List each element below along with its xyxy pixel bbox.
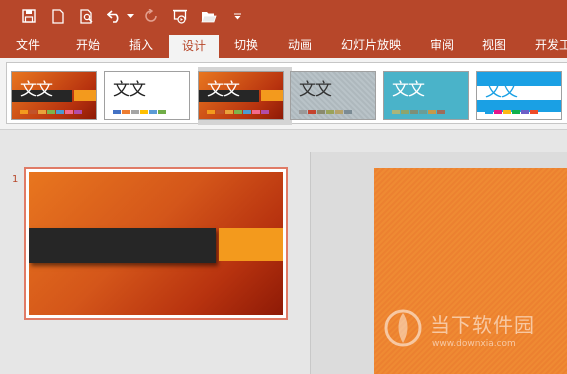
watermark: 当下软件园 www.downxia.com	[380, 305, 567, 374]
tab-review[interactable]: 审阅	[422, 32, 462, 58]
slide-thumbnail[interactable]	[24, 167, 288, 320]
tab-file[interactable]: 文件	[8, 32, 48, 58]
tab-animations[interactable]: 动画	[280, 32, 320, 58]
title-bar-shape	[29, 228, 216, 263]
slide-thumbnail-preview	[29, 172, 283, 315]
open-folder-icon[interactable]	[199, 0, 219, 32]
tab-design[interactable]: 设计	[169, 35, 219, 58]
tab-transitions[interactable]: 切换	[226, 32, 266, 58]
tab-slide-show[interactable]: 幻灯片放映	[333, 32, 409, 58]
start-slideshow-icon[interactable]	[170, 0, 190, 32]
theme-thumbnail[interactable]: 文文	[383, 71, 469, 120]
ribbon-tab-bar: 文件 开始 插入 设计 切换 动画 幻灯片放映 审阅 视图 开发工	[0, 32, 567, 58]
watermark-text: 当下软件园	[430, 313, 535, 337]
ribbon-divider	[0, 129, 567, 130]
theme-thumbnail[interactable]: 文文	[104, 71, 190, 120]
watermark-url: www.downxia.com	[432, 339, 516, 349]
tab-insert[interactable]: 插入	[121, 32, 161, 58]
quick-access-toolbar	[0, 0, 567, 32]
theme-title: 文文	[20, 80, 53, 100]
theme-title: 文文	[207, 80, 240, 100]
redo-icon[interactable]	[142, 0, 160, 32]
theme-thumbnail[interactable]: 文文	[290, 71, 376, 120]
theme-title: 文文	[299, 80, 332, 100]
undo-icon[interactable]	[106, 0, 124, 32]
theme-title: 文文	[113, 80, 146, 100]
theme-thumbnail[interactable]: 文文	[11, 71, 97, 120]
customize-qat-icon[interactable]	[231, 0, 243, 32]
theme-thumbnail-selected[interactable]: 文文	[198, 71, 284, 120]
theme-thumbnail[interactable]: 文文	[476, 71, 562, 120]
design-ribbon: 文文 文文 文文 文文 文文 文文	[0, 58, 567, 130]
theme-title: 文文	[392, 80, 425, 100]
new-file-icon[interactable]	[48, 0, 68, 32]
save-icon[interactable]	[19, 0, 39, 32]
undo-dropdown-icon[interactable]	[125, 0, 135, 32]
accent-bar-shape	[219, 228, 283, 261]
theme-gallery: 文文 文文 文文 文文 文文 文文	[6, 62, 567, 125]
tab-view[interactable]: 视图	[474, 32, 514, 58]
watermark-logo-icon	[384, 309, 422, 347]
tab-developer[interactable]: 开发工	[528, 32, 567, 58]
slide-number: 1	[12, 174, 19, 185]
tab-home[interactable]: 开始	[68, 32, 108, 58]
theme-title: 文文	[485, 81, 518, 101]
print-preview-icon[interactable]	[77, 0, 97, 32]
